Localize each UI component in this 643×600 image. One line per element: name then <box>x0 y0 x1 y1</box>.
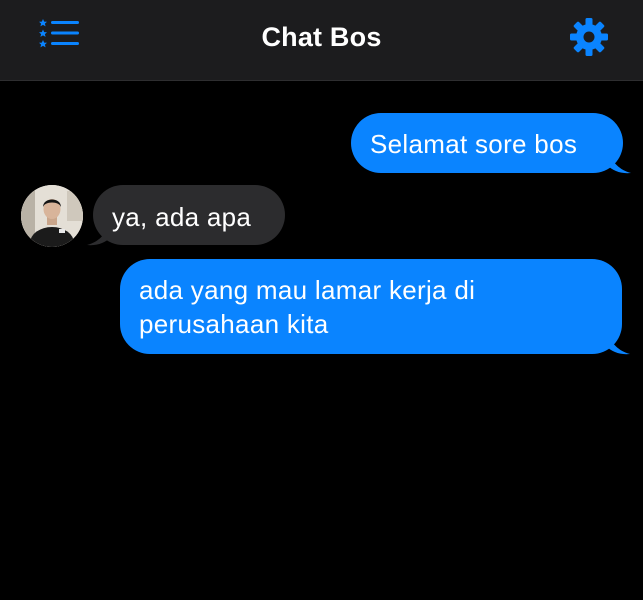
profile-photo <box>21 185 83 247</box>
navigation-bar: Chat Bos <box>0 0 643 81</box>
gear-icon[interactable] <box>568 16 610 58</box>
bubble-tail <box>607 152 631 174</box>
avatar[interactable] <box>21 185 83 247</box>
incoming-message-bubble[interactable]: ya, ada apa <box>93 185 285 245</box>
outgoing-message-bubble[interactable]: Selamat sore bos <box>351 113 623 173</box>
outgoing-message-bubble[interactable]: ada yang mau lamar kerja di perusahaan k… <box>120 259 622 354</box>
message-list: Selamat sore bos ya, ada apa ada yang ma… <box>0 82 643 600</box>
bubble-tail <box>606 333 630 355</box>
bubble-tail <box>87 224 111 246</box>
page-title: Chat Bos <box>261 22 382 52</box>
